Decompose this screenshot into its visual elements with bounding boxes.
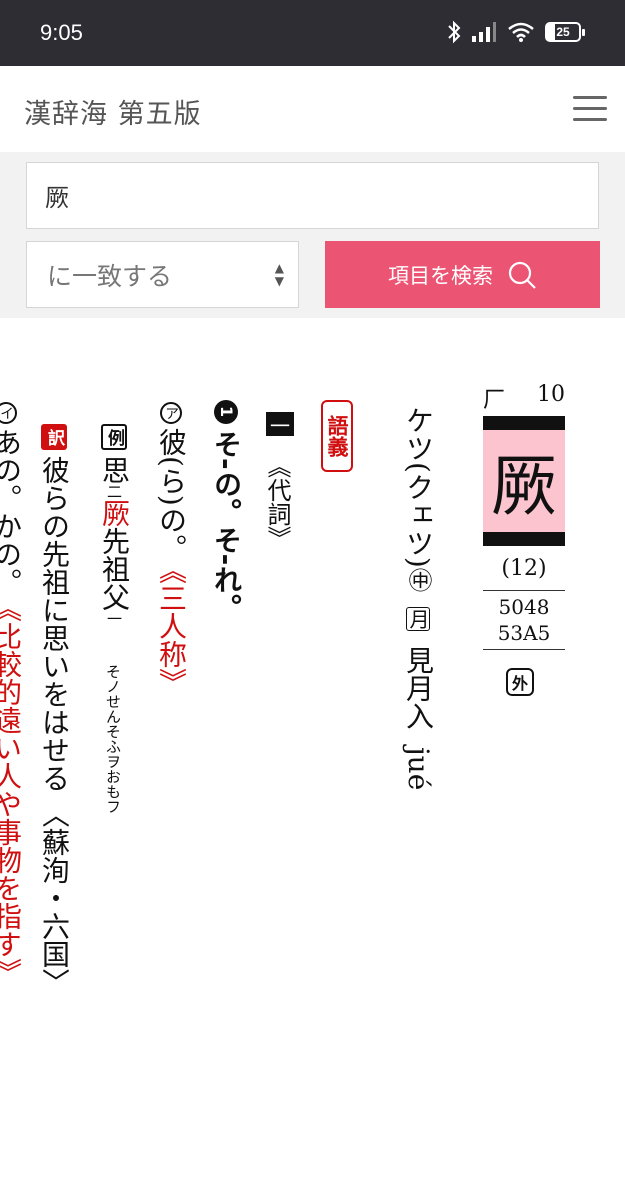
reading-column: ケツ(クェツ)㊥ 月 見月入 jué (402, 406, 435, 790)
bluetooth-icon (448, 20, 461, 44)
radical-line: 厂 10 (483, 382, 565, 414)
status-time: 9:05 (40, 20, 83, 45)
app-title: 漢辞海 第五版 (24, 99, 202, 130)
radical: 厂 (483, 388, 506, 413)
sense-text: そ-の。そ-れ。 (210, 430, 243, 622)
example-furigana-column: そノせんそふヲおもフ (104, 664, 122, 814)
stroke-count: (12) (501, 556, 547, 581)
unicode-code: 53A5 (497, 621, 551, 645)
reading-kana: ケツ(クェツ) (402, 406, 435, 568)
status-icons: 25 (447, 20, 585, 44)
wifi-icon (508, 22, 534, 42)
sub-mark-i: イ (0, 402, 17, 424)
search-panel: 厥 に一致する ▲ ▼ 項目を検索 (0, 152, 625, 318)
sense-number: 1 (214, 400, 238, 424)
section-one-label: 一 (266, 412, 294, 438)
kan-mark: ㊥ (404, 567, 432, 592)
status-bar: 9:05 25 (0, 0, 625, 66)
headword-kanji-text: 厥 (491, 448, 557, 525)
sub-a-text: 彼(ら)の。 (155, 428, 188, 562)
select-arrows-icon: ▲ ▼ (274, 261, 284, 288)
example-pre: 思 (98, 456, 131, 484)
app-header: 漢辞海 第五版 (0, 66, 625, 152)
translation-text: 彼らの先祖に思いをはせる (38, 456, 71, 792)
match-mode-select[interactable]: に一致する ▲ ▼ (26, 241, 299, 308)
source-text: 〈蘇洵・六国〉 (38, 800, 71, 996)
battery-level: 25 (556, 25, 570, 39)
example-post: 先祖父 (98, 527, 131, 611)
sub-a-note: 《三人称》 (155, 569, 188, 696)
headword-kanji: 厥 (483, 416, 565, 546)
entry-content: 厂 10 厥 (12) 5048 53A5 外 ケツ(クェツ)㊥ 月 見月入 j… (0, 318, 625, 1200)
search-input[interactable]: 厥 (26, 162, 599, 229)
rhyme-box: 月 (406, 606, 430, 631)
signal-icon (472, 22, 496, 42)
pos-column: 《代詞》 (263, 454, 291, 550)
radical-strokes: 10 (537, 382, 565, 407)
rhyme-text: 見月入 (402, 645, 435, 730)
part-of-speech: 《代詞》 (263, 454, 291, 550)
search-icon (508, 261, 536, 289)
menu-icon[interactable] (573, 96, 607, 122)
battery-icon: 25 (545, 22, 585, 42)
jis-code: 5048 (498, 595, 550, 619)
search-button-label: 項目を検索 (388, 263, 493, 288)
gai-badge: 外 (506, 668, 534, 696)
code-box: 5048 53A5 (483, 590, 565, 650)
example-headword: 厥 (98, 499, 131, 527)
search-query: 厥 (45, 184, 69, 212)
pinyin: jué (402, 746, 435, 790)
example-label: 例 (100, 424, 127, 450)
sense-column: 1 そ-の。そ-れ。 (210, 400, 243, 622)
sub-i-text: あの。かの。 (0, 428, 23, 596)
example-column: 例思二厥先祖父一 (98, 424, 131, 626)
translation-column: 訳彼らの先祖に思いをはせる〈蘇洵・六国〉 (38, 424, 71, 996)
example-kaeri: 二 (105, 484, 123, 499)
translation-label: 訳 (40, 424, 67, 450)
match-mode-value: に一致する (47, 261, 173, 291)
sub-i-note: 《比較的遠い人や事物を指す》 (0, 608, 23, 986)
sub-mark-a: ア (160, 402, 182, 424)
example-kaeri-2: 一 (105, 611, 123, 626)
example-furigana: そノせんそふヲおもフ (104, 664, 122, 814)
gogi-label: 語義 (321, 400, 353, 472)
sub-i-column: イあの。かの。《比較的遠い人や事物を指す》 (0, 402, 23, 986)
search-button[interactable]: 項目を検索 (325, 241, 600, 308)
sub-a-column: ア彼(ら)の。《三人称》 (155, 402, 188, 696)
